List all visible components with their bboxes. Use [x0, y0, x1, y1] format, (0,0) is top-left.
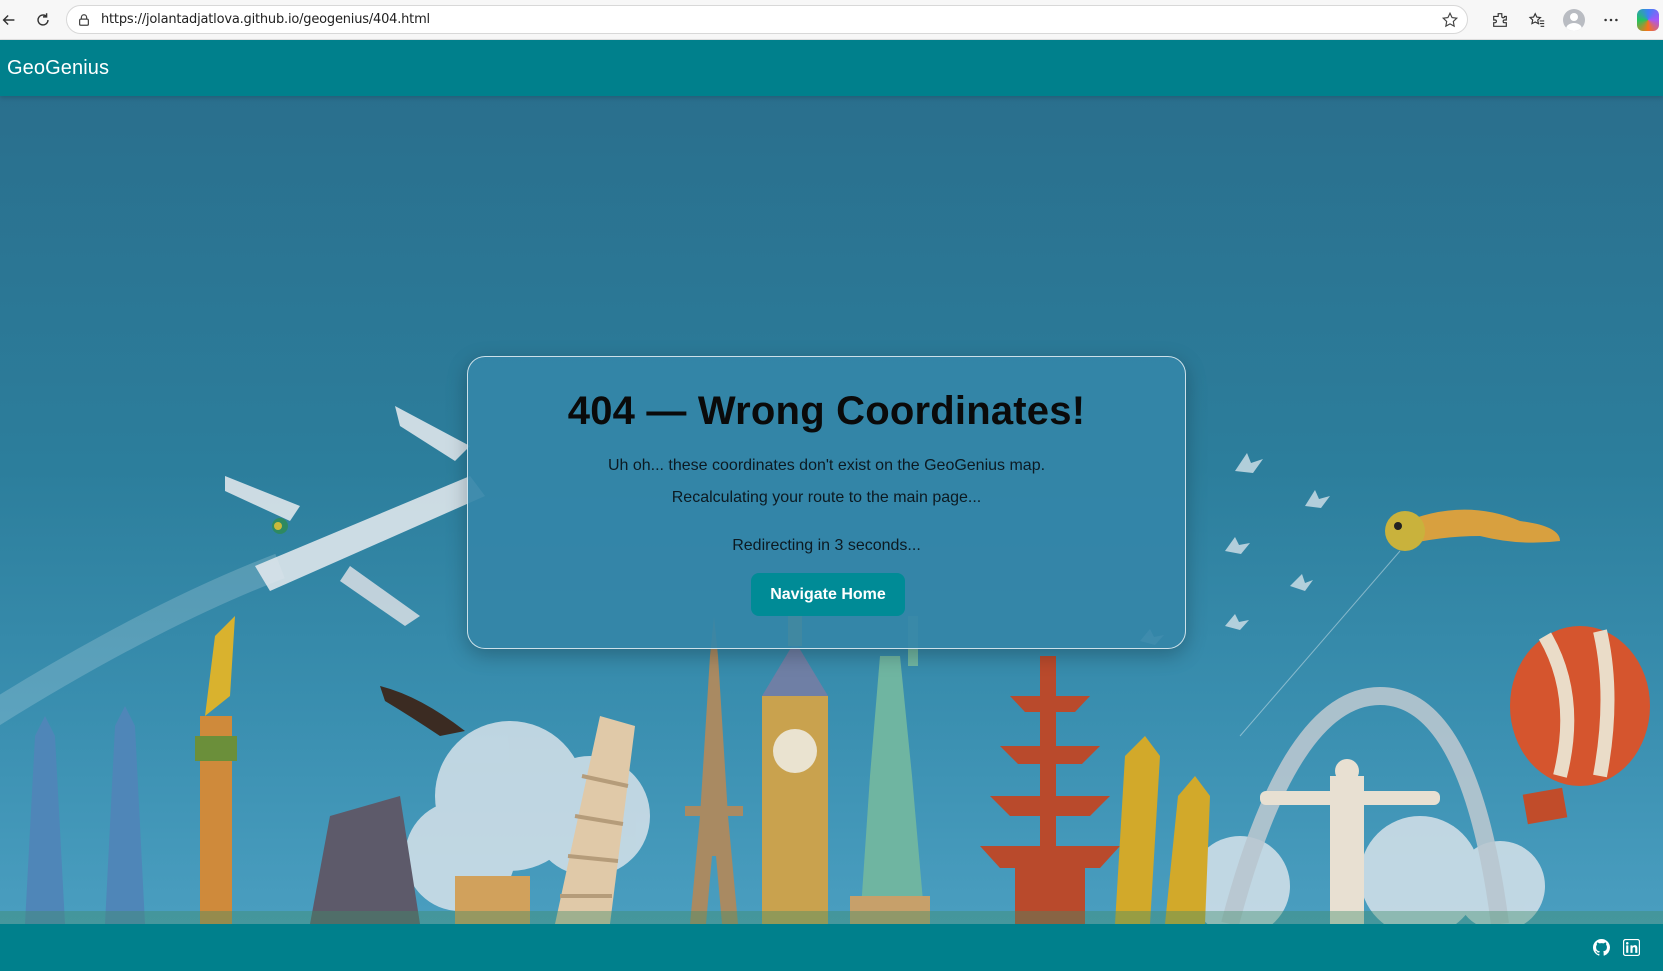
- copilot-icon[interactable]: [1633, 5, 1663, 35]
- statue-of-liberty-illustration: [850, 616, 930, 924]
- error-card: 404 — Wrong Coordinates! Uh oh... these …: [467, 356, 1186, 649]
- browser-toolbar: https://jolantadjatlova.github.io/geogen…: [0, 0, 1663, 40]
- angel-column-illustration: [195, 616, 237, 924]
- more-icon[interactable]: [1596, 5, 1626, 35]
- github-icon[interactable]: [1593, 939, 1610, 956]
- recalculating-message: Recalculating your route to the main pag…: [671, 489, 982, 506]
- error-message: Uh oh... these coordinates don't exist o…: [607, 457, 1046, 474]
- petronas-towers-illustration: [25, 706, 145, 924]
- lock-icon[interactable]: [77, 13, 91, 27]
- site-footer: [0, 924, 1663, 971]
- reload-icon[interactable]: [28, 5, 58, 35]
- error-title: 404 — Wrong Coordinates!: [567, 389, 1086, 433]
- brand-logo-text[interactable]: GeoGenius: [7, 57, 109, 80]
- pagoda-illustration: [980, 656, 1120, 924]
- address-bar[interactable]: https://jolantadjatlova.github.io/geogen…: [66, 5, 1468, 34]
- eiffel-tower-illustration: [685, 616, 743, 924]
- hot-air-balloon-illustration: [1510, 626, 1650, 825]
- redirect-countdown: Redirecting in 3 seconds...: [732, 537, 921, 554]
- airplane-illustration: [225, 406, 485, 626]
- favorites-icon[interactable]: [1522, 5, 1552, 35]
- back-arrow-icon[interactable]: [0, 5, 24, 35]
- profile-icon[interactable]: [1559, 5, 1589, 35]
- extensions-icon[interactable]: [1485, 5, 1515, 35]
- star-icon[interactable]: [1441, 11, 1459, 29]
- big-ben-illustration: [762, 616, 828, 924]
- url-text[interactable]: https://jolantadjatlova.github.io/geogen…: [101, 12, 430, 27]
- site-header: GeoGenius: [0, 40, 1663, 96]
- linkedin-icon[interactable]: [1623, 939, 1640, 956]
- navigate-home-button[interactable]: Navigate Home: [751, 573, 905, 616]
